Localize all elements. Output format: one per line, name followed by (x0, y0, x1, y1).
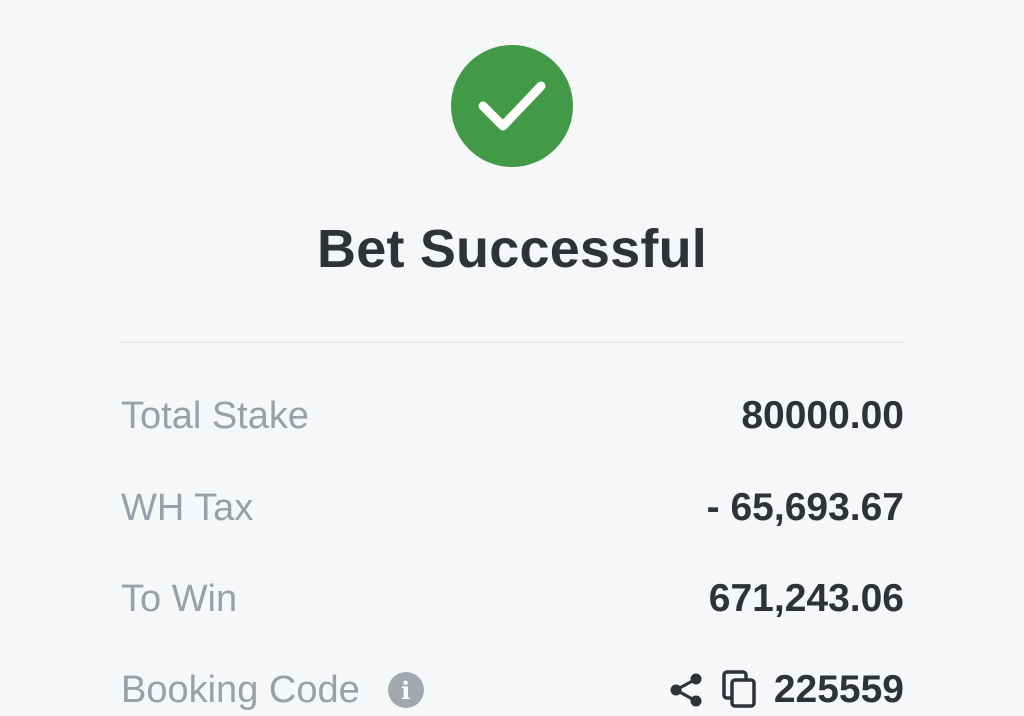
to-win-row: To Win 671,243.06 (121, 573, 904, 625)
page-title: Bet Successful (317, 219, 707, 279)
to-win-label: To Win (121, 577, 238, 620)
wh-tax-label: WH Tax (121, 486, 254, 529)
booking-code-row: Booking Code i 225559 (121, 664, 904, 716)
success-check-icon (451, 45, 573, 167)
divider (121, 341, 904, 343)
wh-tax-value: - 65,693.67 (706, 486, 904, 529)
booking-code-label: Booking Code (121, 668, 360, 711)
wh-tax-row: WH Tax - 65,693.67 (121, 482, 904, 534)
copy-icon[interactable] (720, 670, 760, 710)
booking-code-label-group: Booking Code i (121, 669, 424, 712)
total-stake-value: 80000.00 (741, 394, 904, 437)
share-icon[interactable] (666, 670, 706, 710)
total-stake-row: Total Stake 80000.00 (121, 390, 904, 442)
to-win-value: 671,243.06 (708, 577, 904, 620)
booking-code-group: 225559 (666, 668, 904, 712)
total-stake-label: Total Stake (121, 394, 309, 437)
checkmark-icon (478, 81, 546, 131)
info-icon[interactable]: i (387, 672, 424, 708)
booking-code-value: 225559 (773, 668, 904, 711)
